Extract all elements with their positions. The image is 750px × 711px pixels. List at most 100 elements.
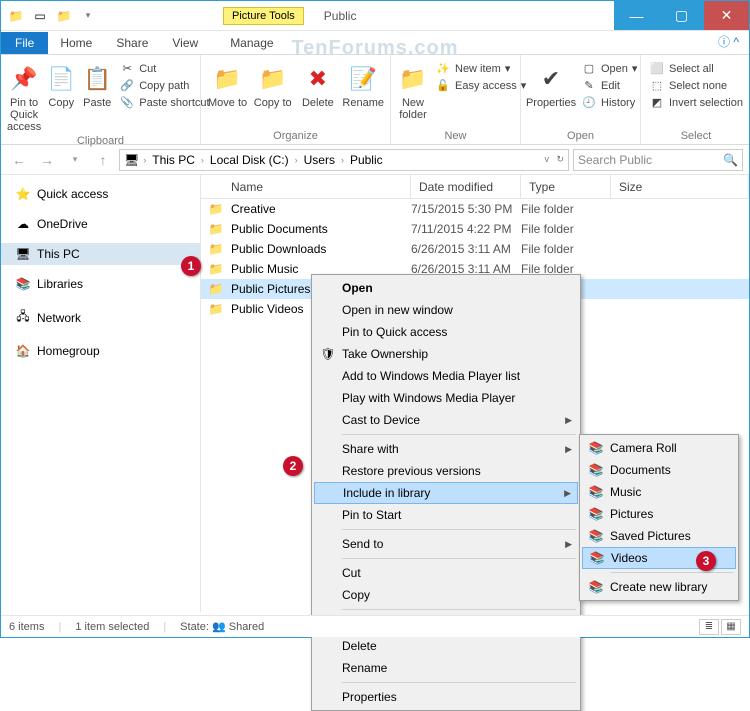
- up-button[interactable]: ↑: [91, 148, 115, 172]
- breadcrumb-seg[interactable]: Local Disk (C:): [208, 153, 291, 167]
- window-title: Public: [324, 9, 357, 23]
- status-state: State: 👥 Shared: [180, 620, 264, 633]
- lib-pictures[interactable]: 📚Pictures: [582, 503, 736, 525]
- copy-path-button[interactable]: 🔗Copy path: [117, 78, 211, 93]
- minimize-button[interactable]: ―: [614, 1, 659, 30]
- library-icon: 📚: [588, 507, 604, 521]
- nav-network[interactable]: 🖧Network: [1, 303, 200, 332]
- qat-dropdown[interactable]: ▾: [77, 5, 99, 27]
- tab-share[interactable]: Share: [104, 32, 160, 54]
- close-button[interactable]: ✕: [704, 1, 749, 30]
- rename-icon: 📝: [347, 63, 379, 95]
- col-name[interactable]: Name: [201, 175, 411, 198]
- view-details-button[interactable]: ≣: [699, 619, 719, 635]
- properties-button[interactable]: ✔Properties: [527, 59, 575, 109]
- separator: [342, 558, 576, 559]
- cut-icon: ✂: [119, 62, 135, 75]
- file-row[interactable]: 📁Public Documents7/11/2015 4:22 PMFile f…: [201, 219, 749, 239]
- cut-button[interactable]: ✂Cut: [117, 61, 211, 76]
- ctx-wmp-play[interactable]: Play with Windows Media Player: [314, 387, 578, 409]
- breadcrumb-seg[interactable]: Users: [302, 153, 337, 167]
- ctx-properties[interactable]: Properties: [314, 686, 578, 708]
- copyto-icon: 📁: [257, 63, 289, 95]
- search-box[interactable]: Search Public 🔍: [573, 149, 743, 171]
- history-button[interactable]: 🕘History: [579, 95, 639, 110]
- collapse-ribbon[interactable]: ⓘ ^: [708, 29, 749, 54]
- delete-button[interactable]: ✖Delete: [297, 59, 338, 109]
- forward-button[interactable]: →: [35, 148, 59, 172]
- back-button[interactable]: ←: [7, 148, 31, 172]
- group-new: New: [397, 128, 514, 142]
- tab-manage[interactable]: Manage: [218, 32, 285, 54]
- easy-access-button[interactable]: 🔓Easy access ▾: [433, 78, 528, 93]
- tab-home[interactable]: Home: [48, 32, 104, 54]
- cloud-icon: ☁: [15, 217, 31, 231]
- recent-dropdown[interactable]: ▾: [63, 148, 87, 172]
- copy-button[interactable]: 📄Copy: [45, 59, 77, 109]
- new-item-button[interactable]: ✨New item ▾: [433, 61, 528, 76]
- paste-shortcut-button[interactable]: 📎Paste shortcut: [117, 95, 211, 110]
- maximize-button[interactable]: ▢: [659, 1, 704, 30]
- rename-button[interactable]: 📝Rename: [342, 59, 384, 109]
- file-row[interactable]: 📁Creative7/15/2015 5:30 PMFile folder: [201, 199, 749, 219]
- nav-quick-access[interactable]: ⭐Quick access: [1, 183, 200, 205]
- col-size[interactable]: Size: [611, 175, 749, 198]
- nav-this-pc[interactable]: 🖥This PC: [1, 243, 200, 265]
- edit-button[interactable]: ✎Edit: [579, 78, 639, 93]
- ctx-open-new-window[interactable]: Open in new window: [314, 299, 578, 321]
- ctx-pin-start[interactable]: Pin to Start: [314, 504, 578, 526]
- move-to-button[interactable]: 📁Move to: [207, 59, 248, 109]
- ctx-wmp-list[interactable]: Add to Windows Media Player list: [314, 365, 578, 387]
- new-folder-button[interactable]: 📁New folder: [397, 59, 429, 121]
- paste-button[interactable]: 📋Paste: [81, 59, 113, 109]
- col-type[interactable]: Type: [521, 175, 611, 198]
- nav-onedrive[interactable]: ☁OneDrive: [1, 213, 200, 235]
- ctx-pin-quick[interactable]: Pin to Quick access: [314, 321, 578, 343]
- nav-libraries[interactable]: 📚Libraries: [1, 273, 200, 295]
- selnone-icon: ⬚: [649, 79, 665, 92]
- lib-music[interactable]: 📚Music: [582, 481, 736, 503]
- copy-icon: 📄: [45, 63, 77, 95]
- tab-view[interactable]: View: [160, 32, 210, 54]
- ctx-include-library[interactable]: Include in library▶: [314, 482, 578, 504]
- ctx-delete[interactable]: Delete: [314, 635, 578, 657]
- ctx-copy[interactable]: Copy: [314, 584, 578, 606]
- copy-to-button[interactable]: 📁Copy to: [252, 59, 293, 109]
- folder-icon: 📁: [201, 222, 231, 236]
- tab-file[interactable]: File: [1, 32, 48, 54]
- address-bar[interactable]: 🖥› This PC› Local Disk (C:)› Users› Publ…: [119, 149, 569, 171]
- group-select: Select: [647, 128, 745, 142]
- view-large-button[interactable]: ▦: [721, 619, 741, 635]
- col-date[interactable]: Date modified: [411, 175, 521, 198]
- paste-icon: 📋: [81, 63, 113, 95]
- select-none-button[interactable]: ⬚Select none: [647, 78, 745, 93]
- ctx-cast[interactable]: Cast to Device▶: [314, 409, 578, 431]
- invert-selection-button[interactable]: ◩Invert selection: [647, 95, 745, 110]
- lib-create-new[interactable]: 📚Create new library: [582, 576, 736, 598]
- breadcrumb-seg[interactable]: This PC: [150, 153, 197, 167]
- ctx-share-with[interactable]: Share with▶: [314, 438, 578, 460]
- qat-newfolder[interactable]: 📁: [53, 5, 75, 27]
- lib-documents[interactable]: 📚Documents: [582, 459, 736, 481]
- folder-icon: 📁: [201, 242, 231, 256]
- delete-icon: ✖: [302, 63, 334, 95]
- lib-saved-pictures[interactable]: 📚Saved Pictures: [582, 525, 736, 547]
- ctx-send-to[interactable]: Send to▶: [314, 533, 578, 555]
- file-row[interactable]: 📁Public Downloads6/26/2015 3:11 AMFile f…: [201, 239, 749, 259]
- group-organize: Organize: [207, 128, 384, 142]
- ctx-rename[interactable]: Rename: [314, 657, 578, 679]
- nav-homegroup[interactable]: 🏠Homegroup: [1, 340, 200, 362]
- ctx-restore[interactable]: Restore previous versions: [314, 460, 578, 482]
- group-open: Open: [527, 128, 634, 142]
- qat-properties[interactable]: ▭: [29, 5, 51, 27]
- status-bar: 6 items | 1 item selected | State: 👥 Sha…: [1, 615, 749, 637]
- lib-camera-roll[interactable]: 📚Camera Roll: [582, 437, 736, 459]
- ctx-take-ownership[interactable]: 🛡Take Ownership: [314, 343, 578, 365]
- open-button[interactable]: ▢Open ▾: [579, 61, 639, 76]
- pin-quick-access-button[interactable]: 📌Pin to Quick access: [7, 59, 41, 133]
- select-all-button[interactable]: ⬜Select all: [647, 61, 745, 76]
- library-icon: 📚: [588, 580, 604, 594]
- ctx-open[interactable]: Open: [314, 277, 578, 299]
- ctx-cut[interactable]: Cut: [314, 562, 578, 584]
- breadcrumb-seg[interactable]: Public: [348, 153, 385, 167]
